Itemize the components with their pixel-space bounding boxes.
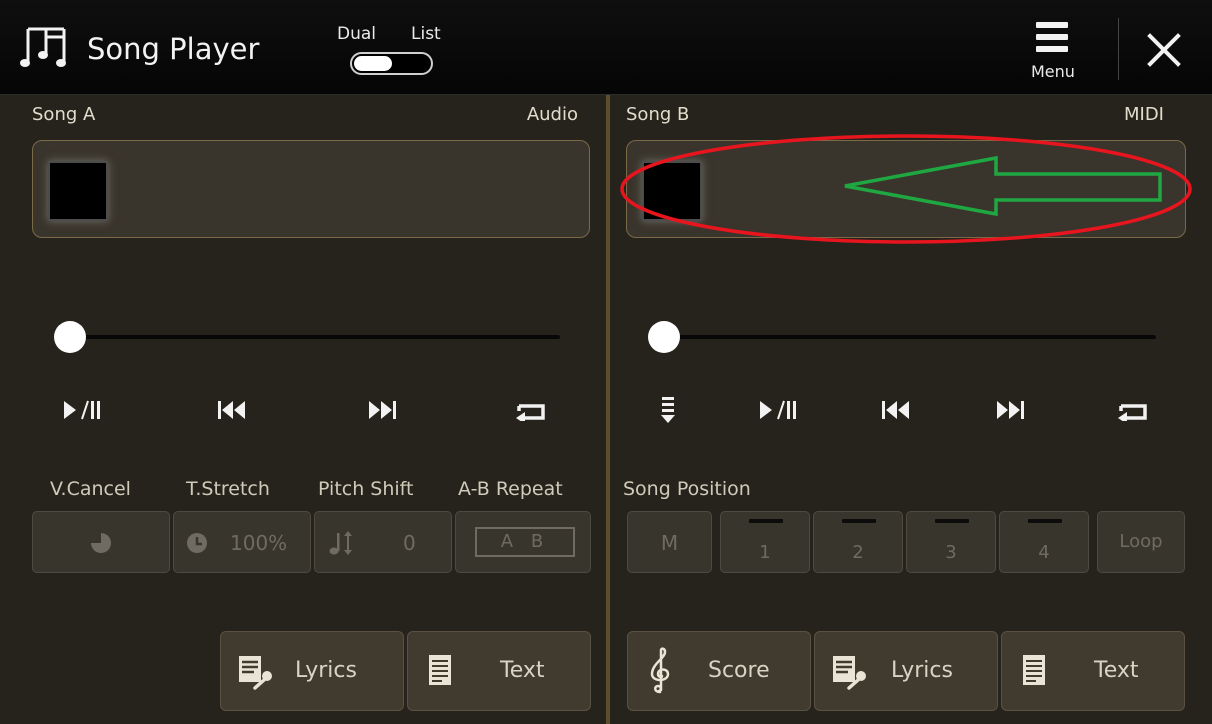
repeat-icon [516, 404, 545, 421]
play-pause-icon [760, 400, 796, 420]
position-1-label: 1 [759, 542, 771, 563]
app-title: Song Player [87, 32, 260, 66]
dual-label: Dual [337, 24, 377, 44]
position-3-label: 3 [945, 542, 957, 563]
menu-icon-bar-3 [1036, 46, 1068, 52]
music-notes-icon [20, 27, 66, 67]
song-a-position-slider[interactable] [54, 321, 86, 353]
song-b-position-slider[interactable] [648, 321, 680, 353]
song-a-position-track[interactable] [70, 335, 560, 339]
pitch-shift-label: Pitch Shift [318, 478, 414, 500]
song-a-lyrics-label: Lyrics [295, 658, 357, 683]
menu-label: Menu [1031, 62, 1075, 81]
song-b-rewind-button[interactable] [874, 392, 918, 428]
menu-icon-bar-2 [1036, 34, 1068, 40]
song-b-text-label: Text [1094, 658, 1139, 683]
repeat-icon [1118, 404, 1147, 421]
vcancel-button[interactable] [32, 511, 170, 573]
fast-forward-icon [997, 401, 1024, 419]
ab-repeat-label: A-B Repeat [458, 478, 563, 500]
play-pause-icon [64, 400, 100, 420]
song-position-label: Song Position [623, 478, 751, 500]
clock-icon [187, 533, 207, 553]
vocal-cancel-icon [91, 533, 111, 553]
position-4-label: 4 [1038, 542, 1050, 563]
rewind-icon [882, 401, 909, 419]
lyrics-icon [833, 656, 866, 690]
position-3-marker [935, 519, 969, 523]
position-m-label: M [660, 531, 679, 555]
menu-button[interactable]: Menu [1028, 22, 1084, 84]
list-down-icon [661, 397, 675, 423]
song-a-play-pause-button[interactable] [60, 392, 104, 428]
dual-list-toggle[interactable] [350, 52, 433, 75]
header-bar: Song Player Dual List Menu [0, 0, 1212, 95]
text-document-icon [429, 655, 451, 685]
rewind-icon [218, 401, 245, 419]
song-b-list-button[interactable] [646, 392, 690, 428]
song-a-repeat-button[interactable] [508, 392, 552, 428]
song-a-text-label: Text [500, 658, 545, 683]
song-a-type: Audio [526, 104, 578, 125]
song-b-score-button[interactable]: Score [627, 631, 811, 711]
position-2-marker [842, 519, 876, 523]
song-b-score-label: Score [708, 658, 770, 683]
toggle-knob [354, 56, 392, 71]
song-player-screen: Song Player Dual List Menu Song A Audio [0, 0, 1212, 724]
ab-repeat-box: A B [475, 527, 575, 557]
tstretch-button[interactable]: 100% [173, 511, 311, 573]
position-loop-label: Loop [1119, 531, 1163, 552]
list-label: List [411, 24, 441, 44]
position-2-label: 2 [852, 542, 864, 563]
position-loop-button[interactable]: Loop [1097, 511, 1185, 573]
position-m-button[interactable]: M [627, 511, 712, 573]
tstretch-label: T.Stretch [186, 478, 270, 500]
tstretch-value: 100% [230, 531, 288, 555]
pitch-value: 0 [403, 531, 416, 555]
position-1-button[interactable]: 1 [720, 511, 810, 573]
panel-divider [606, 95, 610, 724]
song-a-select-box[interactable] [32, 140, 590, 238]
position-4-button[interactable]: 4 [999, 511, 1089, 573]
annotation-overlay [620, 134, 1192, 244]
menu-icon [1036, 22, 1068, 28]
song-a-lyrics-button[interactable]: Lyrics [220, 631, 404, 711]
position-4-marker [1028, 519, 1062, 523]
highlight-ellipse [620, 134, 1192, 244]
pitch-shift-button[interactable]: 0 [314, 511, 452, 573]
treble-clef-icon [650, 647, 670, 694]
song-b-position-track[interactable] [664, 335, 1156, 339]
ab-repeat-button[interactable]: A B [455, 511, 591, 573]
song-b-type: MIDI [1123, 104, 1164, 125]
song-b-fast-forward-button[interactable] [988, 392, 1032, 428]
song-a-rewind-button[interactable] [210, 392, 254, 428]
position-1-marker [749, 519, 783, 523]
song-b-lyrics-label: Lyrics [891, 658, 953, 683]
text-document-icon [1023, 655, 1045, 685]
left-arrow-icon [844, 155, 1162, 217]
fast-forward-icon [369, 401, 396, 419]
pitch-shift-icon [329, 531, 352, 555]
position-3-button[interactable]: 3 [906, 511, 996, 573]
header-separator [1118, 18, 1119, 80]
song-a-thumbnail [48, 161, 108, 221]
lyrics-icon [239, 656, 272, 690]
song-b-play-pause-button[interactable] [756, 392, 800, 428]
song-b-text-button[interactable]: Text [1001, 631, 1185, 711]
song-a-fast-forward-button[interactable] [360, 392, 404, 428]
song-a-text-button[interactable]: Text [407, 631, 591, 711]
song-a-title: Song A [32, 104, 96, 125]
close-icon[interactable] [1144, 30, 1184, 70]
vcancel-label: V.Cancel [50, 478, 131, 500]
song-b-title: Song B [626, 104, 690, 125]
song-b-repeat-button[interactable] [1110, 392, 1154, 428]
song-b-lyrics-button[interactable]: Lyrics [814, 631, 998, 711]
position-2-button[interactable]: 2 [813, 511, 903, 573]
